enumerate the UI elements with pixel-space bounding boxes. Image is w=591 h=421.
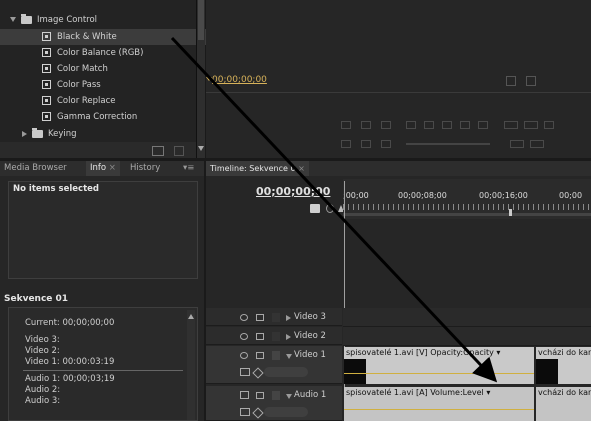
arrow-line <box>170 36 498 383</box>
annotation-arrow <box>170 36 498 383</box>
